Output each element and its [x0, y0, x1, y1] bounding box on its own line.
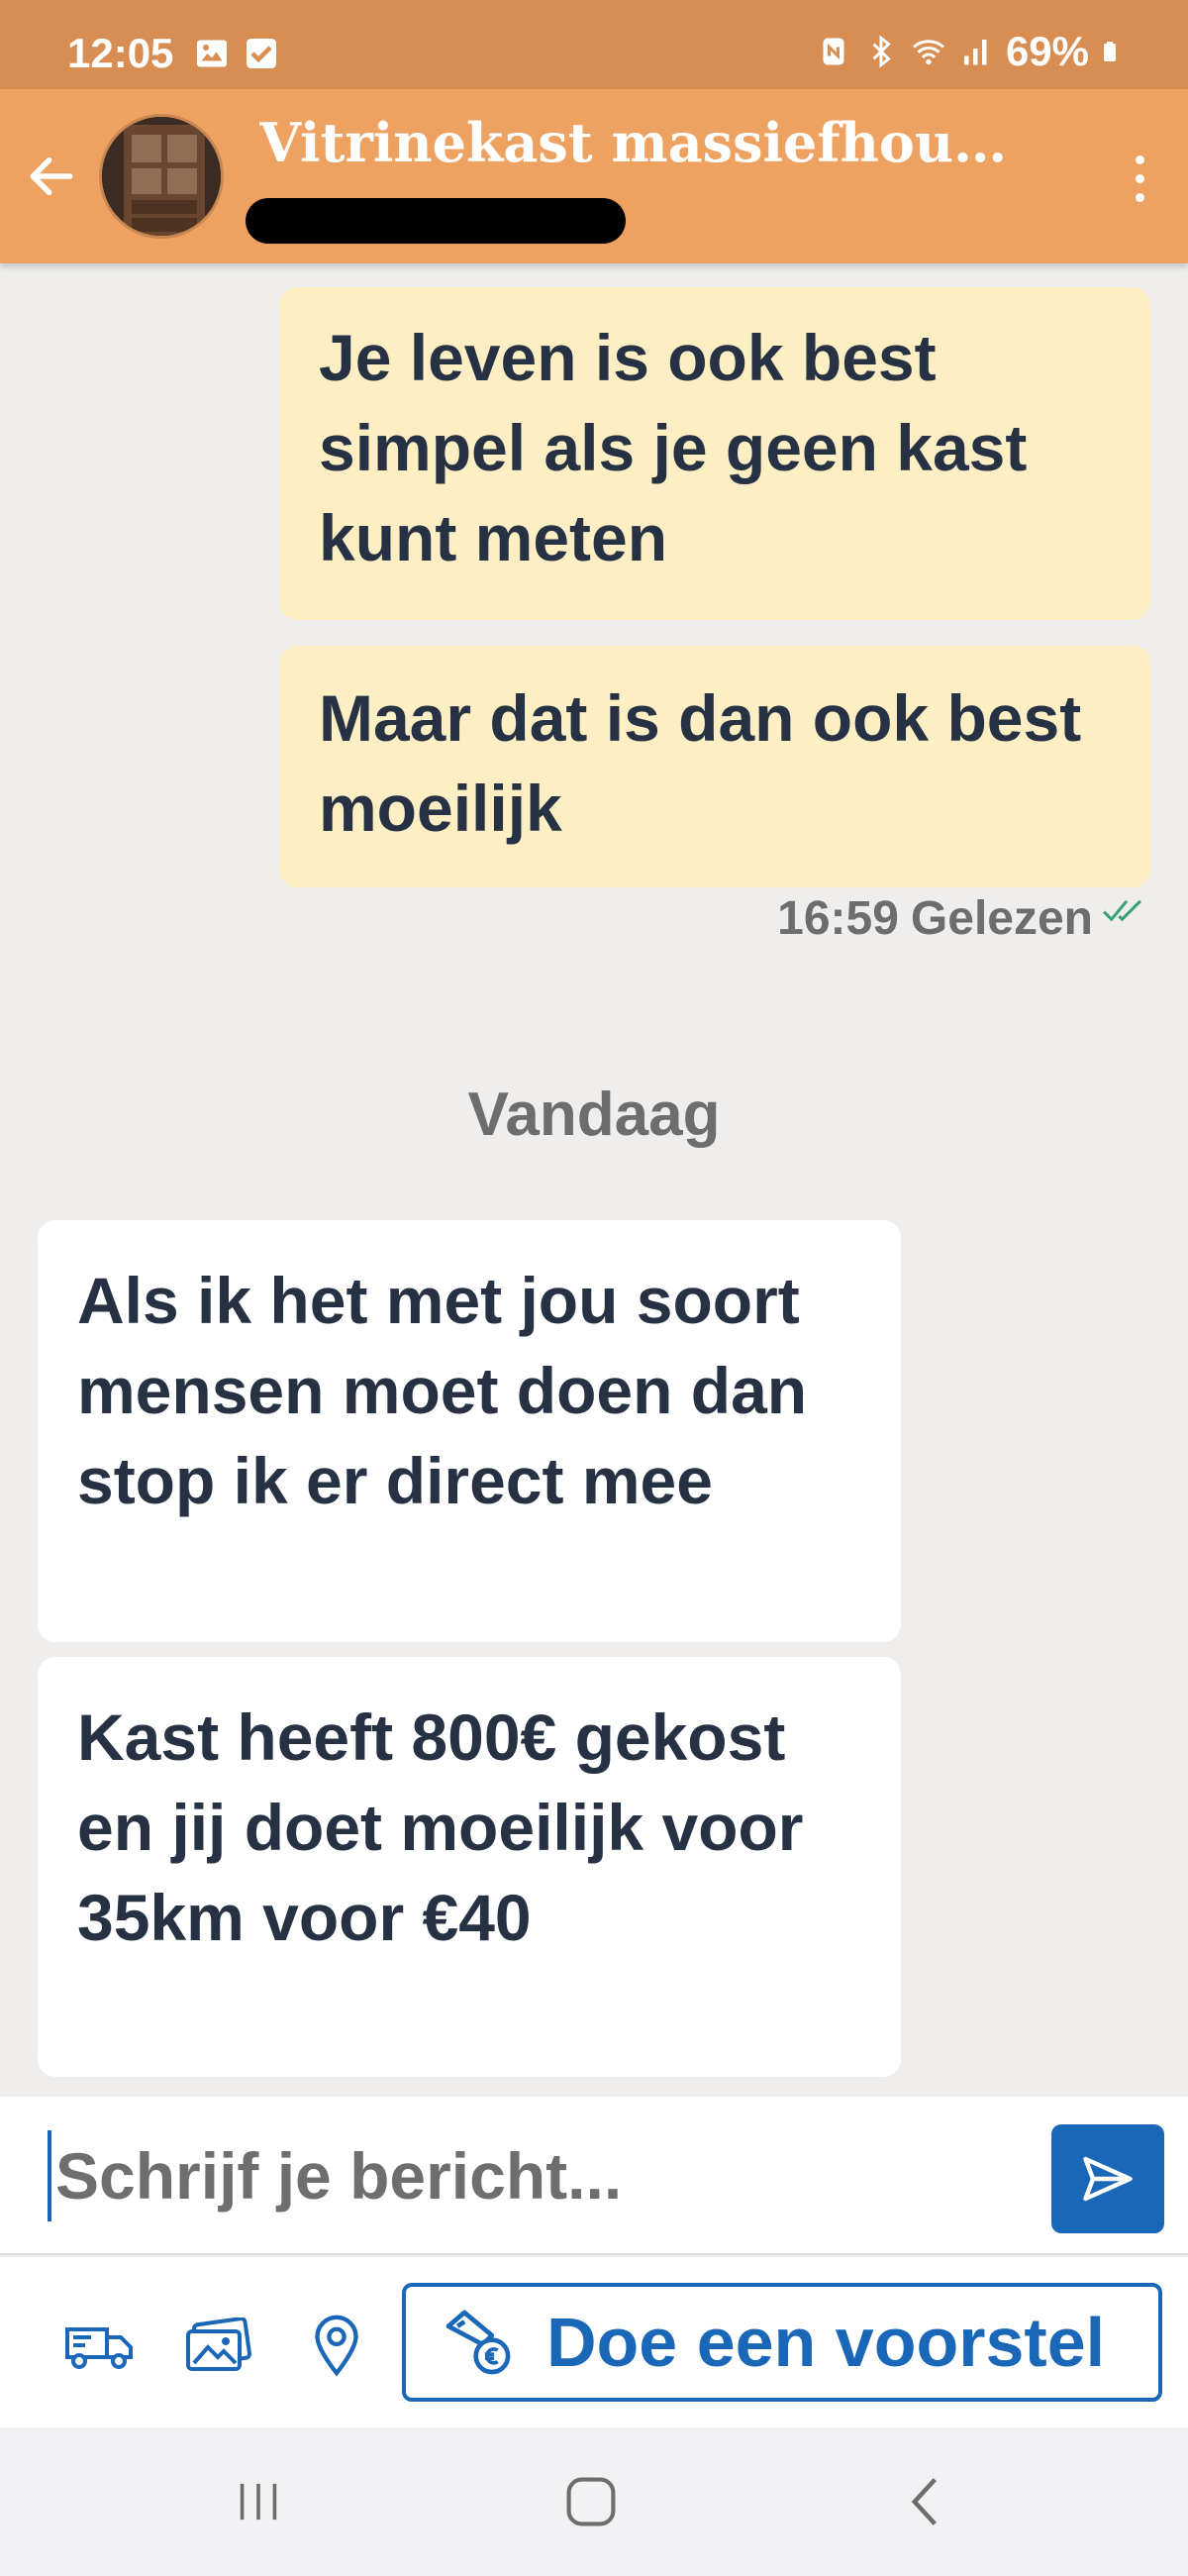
battery-icon	[1104, 42, 1116, 61]
action-bar: Doe een voorstel	[0, 2257, 1188, 2427]
checkbox-icon	[247, 39, 276, 68]
battery-percent: 69%	[1005, 28, 1089, 74]
back-icon	[911, 2478, 937, 2525]
system-back-button[interactable]	[881, 2467, 970, 2536]
message-meta: 16:59 Gelezen	[777, 891, 1146, 946]
shipping-button[interactable]	[59, 2311, 139, 2380]
send-button[interactable]	[1051, 2124, 1164, 2233]
chat-title[interactable]: Vitrinekast massiefhout -...	[259, 111, 1032, 174]
make-offer-label: Doe een voorstel	[546, 2304, 1106, 2381]
message-bubble-incoming[interactable]: Kast heeft 800€ gekost en jij doet moeil…	[38, 1657, 901, 2077]
nfc-icon	[823, 38, 844, 65]
arrow-left-icon	[30, 156, 73, 196]
home-icon	[566, 2477, 616, 2526]
wifi-icon	[912, 40, 944, 65]
chat-header: Vitrinekast massiefhout -...	[0, 89, 1188, 263]
truck-icon	[65, 2327, 133, 2369]
message-text: Maar dat is dan ook best moeilijk	[319, 681, 1082, 845]
back-button[interactable]	[18, 139, 85, 214]
message-bubble-outgoing[interactable]: Je leven is ook best simpel als je geen …	[279, 287, 1150, 620]
photos-button[interactable]	[178, 2311, 257, 2380]
message-text: Kast heeft 800€ gekost en jij doet moeil…	[77, 1700, 804, 1954]
hand-coin-icon	[446, 2310, 511, 2375]
message-text: Als ik het met jou soort mensen moet doe…	[77, 1264, 808, 1517]
message-text: Je leven is ook best simpel als je geen …	[319, 321, 1028, 574]
message-bubble-outgoing[interactable]: Maar dat is dan ook best moeilijk	[279, 646, 1150, 887]
photos-icon	[186, 2318, 252, 2371]
gallery-icon	[197, 40, 227, 67]
message-input[interactable]	[48, 2130, 1038, 2221]
make-offer-button[interactable]: Doe een voorstel	[402, 2283, 1162, 2402]
signal-icon	[963, 40, 987, 65]
send-icon	[1083, 2156, 1133, 2202]
message-time: 16:59	[777, 892, 899, 945]
more-vertical-icon[interactable]	[1115, 139, 1164, 218]
recents-button[interactable]	[214, 2467, 303, 2536]
recents-icon	[240, 2483, 277, 2521]
bluetooth-icon	[872, 35, 891, 68]
status-bar: 12:05 69%	[0, 0, 1188, 89]
date-separator: Vandaag	[467, 1081, 721, 1149]
listing-avatar[interactable]	[99, 114, 224, 239]
location-button[interactable]	[297, 2311, 376, 2380]
read-status: Gelezen	[910, 892, 1093, 945]
location-pin-icon	[315, 2315, 358, 2377]
double-check-icon	[1102, 899, 1141, 921]
system-nav-bar	[0, 2427, 1188, 2576]
status-time: 12:05	[67, 30, 174, 76]
redacted-subtitle	[246, 198, 626, 244]
cabinet-photo	[102, 117, 221, 236]
message-bubble-incoming[interactable]: Als ik het met jou soort mensen moet doe…	[38, 1220, 901, 1642]
composer	[0, 2097, 1188, 2255]
home-button[interactable]	[546, 2467, 636, 2536]
